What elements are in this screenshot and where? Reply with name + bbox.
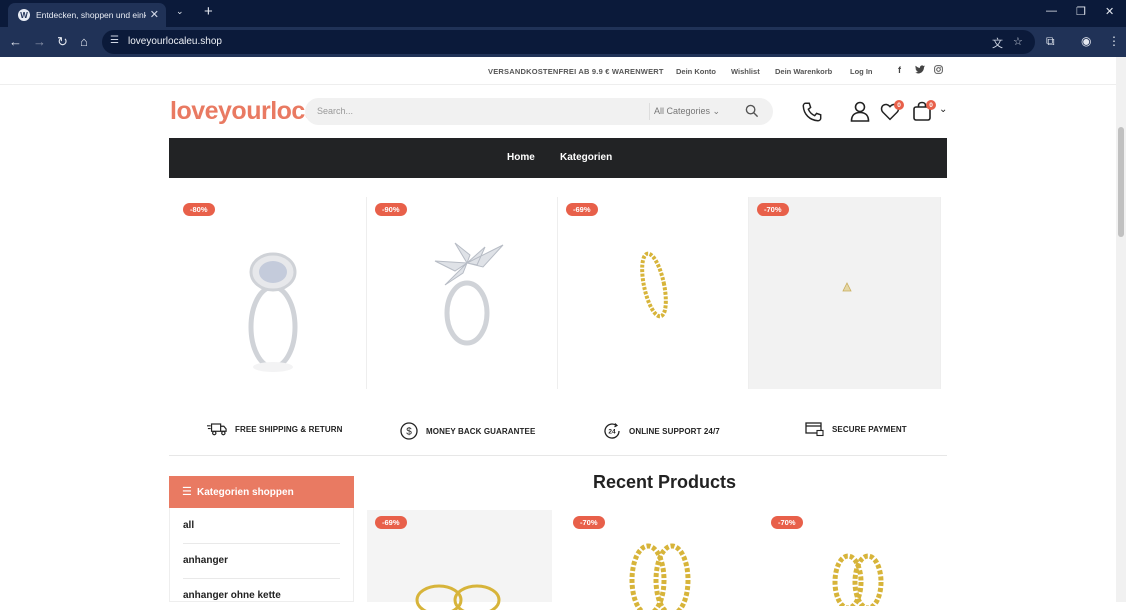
menu-icon[interactable]: ⋮ <box>1108 34 1120 48</box>
nav-kategorien[interactable]: Kategorien <box>560 152 612 163</box>
search-divider <box>649 103 650 120</box>
account-icon[interactable] <box>850 101 870 122</box>
forward-icon[interactable]: → <box>33 34 46 49</box>
window-close-icon[interactable]: ✕ <box>1105 5 1114 18</box>
discount-badge: -69% <box>375 516 407 529</box>
tab-title: Entdecken, shoppen und einkaufen <box>36 10 146 20</box>
search-icon[interactable] <box>745 104 759 118</box>
discount-badge: -70% <box>771 516 803 529</box>
cart-link[interactable]: Dein Warenkorb <box>775 67 832 76</box>
feature-item: 24 ONLINE SUPPORT 24/7 <box>603 422 720 440</box>
svg-text:$: $ <box>406 427 412 438</box>
product-card[interactable]: -70% <box>565 510 750 610</box>
browser-tab-bar: W Entdecken, shoppen und einkaufen ✕ ⌄ +… <box>0 0 1126 27</box>
feature-label: SECURE PAYMENT <box>832 425 907 434</box>
twitter-icon[interactable] <box>915 65 925 76</box>
facebook-icon[interactable]: f <box>898 65 901 75</box>
translate-icon[interactable]: 文 <box>992 35 1003 51</box>
instagram-icon[interactable] <box>934 65 943 76</box>
card-icon <box>805 422 824 437</box>
back-icon[interactable]: ← <box>9 34 22 49</box>
feature-label: MONEY BACK GUARANTEE <box>426 426 536 436</box>
cart-count-badge: 0 <box>926 100 936 110</box>
address-bar[interactable]: ☰ loveyourlocaleu.shop 文 ☆ <box>102 30 1035 54</box>
site-logo[interactable]: loveyourlocaleu <box>170 97 312 126</box>
new-tab-icon[interactable]: + <box>204 3 213 20</box>
banner-item[interactable]: -90% <box>367 197 558 389</box>
discount-badge: -70% <box>573 516 605 529</box>
gold-twisted-ring-image <box>640 251 668 319</box>
page-scrollbar[interactable] <box>1116 57 1126 602</box>
feature-label: ONLINE SUPPORT 24/7 <box>629 426 720 436</box>
product-card[interactable]: -69% <box>367 510 552 610</box>
divider <box>183 578 340 579</box>
wishlist-link[interactable]: Wishlist <box>731 67 760 76</box>
sidebar-item-anhanger-ohne-kette[interactable]: anhanger ohne kette <box>183 590 281 601</box>
wordpress-icon: W <box>18 9 30 21</box>
shipping-promo: VERSANDKOSTENFREI AB 9.9 € WARENWERT <box>488 67 664 76</box>
nav-home[interactable]: Home <box>507 152 535 163</box>
tab-close-icon[interactable]: ✕ <box>150 8 159 21</box>
svg-text:24: 24 <box>608 429 616 436</box>
silver-ring-blue-stone-image <box>248 252 298 372</box>
reload-icon[interactable]: ↻ <box>57 34 68 50</box>
gold-twisted-hoops-image <box>629 543 691 610</box>
banner-item[interactable]: -70% <box>749 197 941 389</box>
phone-icon[interactable] <box>801 101 823 123</box>
sidebar-item-all[interactable]: all <box>183 520 194 531</box>
profile-icon[interactable]: ◉ <box>1081 34 1091 48</box>
discount-badge: -80% <box>183 203 215 216</box>
discount-badge: -70% <box>757 203 789 216</box>
url-text[interactable]: loveyourlocaleu.shop <box>128 36 222 47</box>
gold-stud-earring-image <box>842 282 852 292</box>
bookmark-star-icon[interactable]: ☆ <box>1013 35 1023 48</box>
feature-item: FREE SHIPPING & RETURN <box>207 422 343 436</box>
discount-badge: -90% <box>375 203 407 216</box>
minimize-icon[interactable]: — <box>1046 5 1057 17</box>
category-select-label: All Categories <box>654 106 711 116</box>
browser-tab[interactable]: W Entdecken, shoppen und einkaufen ✕ <box>8 3 166 27</box>
hamburger-icon: ☰ <box>182 486 192 498</box>
account-link[interactable]: Dein Konto <box>676 67 716 76</box>
truck-icon <box>207 423 227 436</box>
sidebar-title: Kategorien shoppen <box>197 487 294 498</box>
site-info-icon[interactable]: ☰ <box>110 35 119 46</box>
sidebar-header[interactable]: ☰ Kategorien shoppen <box>169 476 354 508</box>
silver-ring-flower-image <box>434 242 504 346</box>
banner-item[interactable]: -80% <box>175 197 367 389</box>
login-link[interactable]: Log In <box>850 67 873 76</box>
support-24-icon: 24 <box>604 423 620 439</box>
main-navigation: Home Kategorien <box>169 138 947 178</box>
dollar-icon: $ <box>400 422 418 440</box>
search-input[interactable]: Search... <box>317 106 353 116</box>
cart-dropdown-icon[interactable]: ⌄ <box>939 104 947 115</box>
scroll-thumb[interactable] <box>1118 127 1124 237</box>
product-card[interactable]: -70% <box>763 510 948 606</box>
search-bar: Search... All Categories ⌄ <box>305 98 773 125</box>
gold-hoops-image <box>415 584 501 610</box>
gold-twisted-hoops-small-image <box>832 553 884 606</box>
feature-label: FREE SHIPPING & RETURN <box>235 424 343 434</box>
home-icon[interactable]: ⌂ <box>80 34 88 49</box>
recent-products-title: Recent Products <box>593 472 737 492</box>
wishlist-count-badge: 0 <box>894 100 904 110</box>
divider <box>183 543 340 544</box>
discount-badge: -69% <box>566 203 598 216</box>
feature-item: $ MONEY BACK GUARANTEE <box>400 422 535 440</box>
feature-item: SECURE PAYMENT <box>805 422 907 437</box>
banner-item[interactable]: -69% <box>558 197 749 389</box>
extensions-icon[interactable]: ⧉ <box>1046 34 1055 49</box>
restore-icon[interactable]: ❐ <box>1076 5 1086 18</box>
feature-strip: FREE SHIPPING & RETURN $ MONEY BACK GUAR… <box>169 410 947 456</box>
sidebar-item-anhanger[interactable]: anhanger <box>183 555 228 566</box>
tab-search-icon[interactable]: ⌄ <box>176 6 184 17</box>
browser-toolbar: ← → ↻ ⌂ ☰ loveyourlocaleu.shop 文 ☆ ⧉ ◉ ⋮ <box>0 27 1126 57</box>
top-bar: VERSANDKOSTENFREI AB 9.9 € WARENWERT Dei… <box>0 57 1116 85</box>
category-select[interactable]: All Categories ⌄ <box>654 106 720 117</box>
